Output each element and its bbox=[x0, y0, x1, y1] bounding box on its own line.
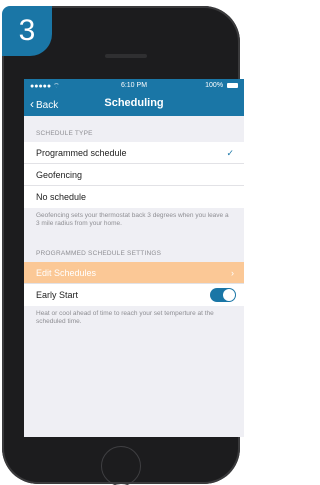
chevron-right-icon: › bbox=[231, 268, 234, 278]
page-title: Scheduling bbox=[104, 97, 164, 109]
programmed-settings-list: Edit Schedules › Early Start bbox=[24, 262, 244, 306]
phone-frame: ●●●●● ⌔ 6:10 PM 100% ‹ Back Scheduling SC… bbox=[2, 6, 244, 485]
edit-schedules-row[interactable]: Edit Schedules › bbox=[24, 262, 244, 284]
section-header-schedule-type: SCHEDULE TYPE bbox=[36, 130, 93, 137]
step-number-badge: 3 bbox=[2, 6, 52, 56]
status-bar: ●●●●● ⌔ 6:10 PM 100% bbox=[24, 79, 244, 92]
earpiece-speaker bbox=[105, 54, 147, 58]
option-label: Geofencing bbox=[36, 170, 83, 180]
schedule-type-list: Programmed schedule ✓ Geofencing No sche… bbox=[24, 142, 244, 208]
battery-icon bbox=[227, 82, 238, 88]
early-start-label: Early Start bbox=[36, 290, 79, 300]
screenshot-stage: ●●●●● ⌔ 6:10 PM 100% ‹ Back Scheduling SC… bbox=[0, 0, 245, 485]
early-start-row: Early Start bbox=[24, 284, 244, 306]
early-start-note: Heat or cool ahead of time to reach your… bbox=[36, 310, 214, 325]
home-button[interactable] bbox=[101, 446, 141, 485]
section-header-programmed-settings: PROGRAMMED SCHEDULE SETTINGS bbox=[36, 250, 162, 257]
option-label: Programmed schedule bbox=[36, 148, 127, 158]
option-label: No schedule bbox=[36, 192, 87, 202]
option-programmed-schedule[interactable]: Programmed schedule ✓ bbox=[24, 142, 244, 164]
option-no-schedule[interactable]: No schedule bbox=[24, 186, 244, 208]
battery-percent: 100% bbox=[205, 82, 224, 89]
battery-indicator: 100% bbox=[205, 82, 238, 89]
navigation-bar: ‹ Back Scheduling bbox=[24, 92, 244, 116]
option-geofencing[interactable]: Geofencing bbox=[24, 164, 244, 186]
phone-screen: ●●●●● ⌔ 6:10 PM 100% ‹ Back Scheduling SC… bbox=[24, 79, 244, 437]
checkmark-icon: ✓ bbox=[226, 148, 234, 158]
early-start-toggle[interactable] bbox=[210, 288, 236, 302]
geofencing-note: Geofencing sets your thermostat back 3 d… bbox=[36, 212, 229, 227]
toggle-knob bbox=[223, 289, 235, 301]
edit-schedules-label: Edit Schedules bbox=[36, 268, 97, 278]
